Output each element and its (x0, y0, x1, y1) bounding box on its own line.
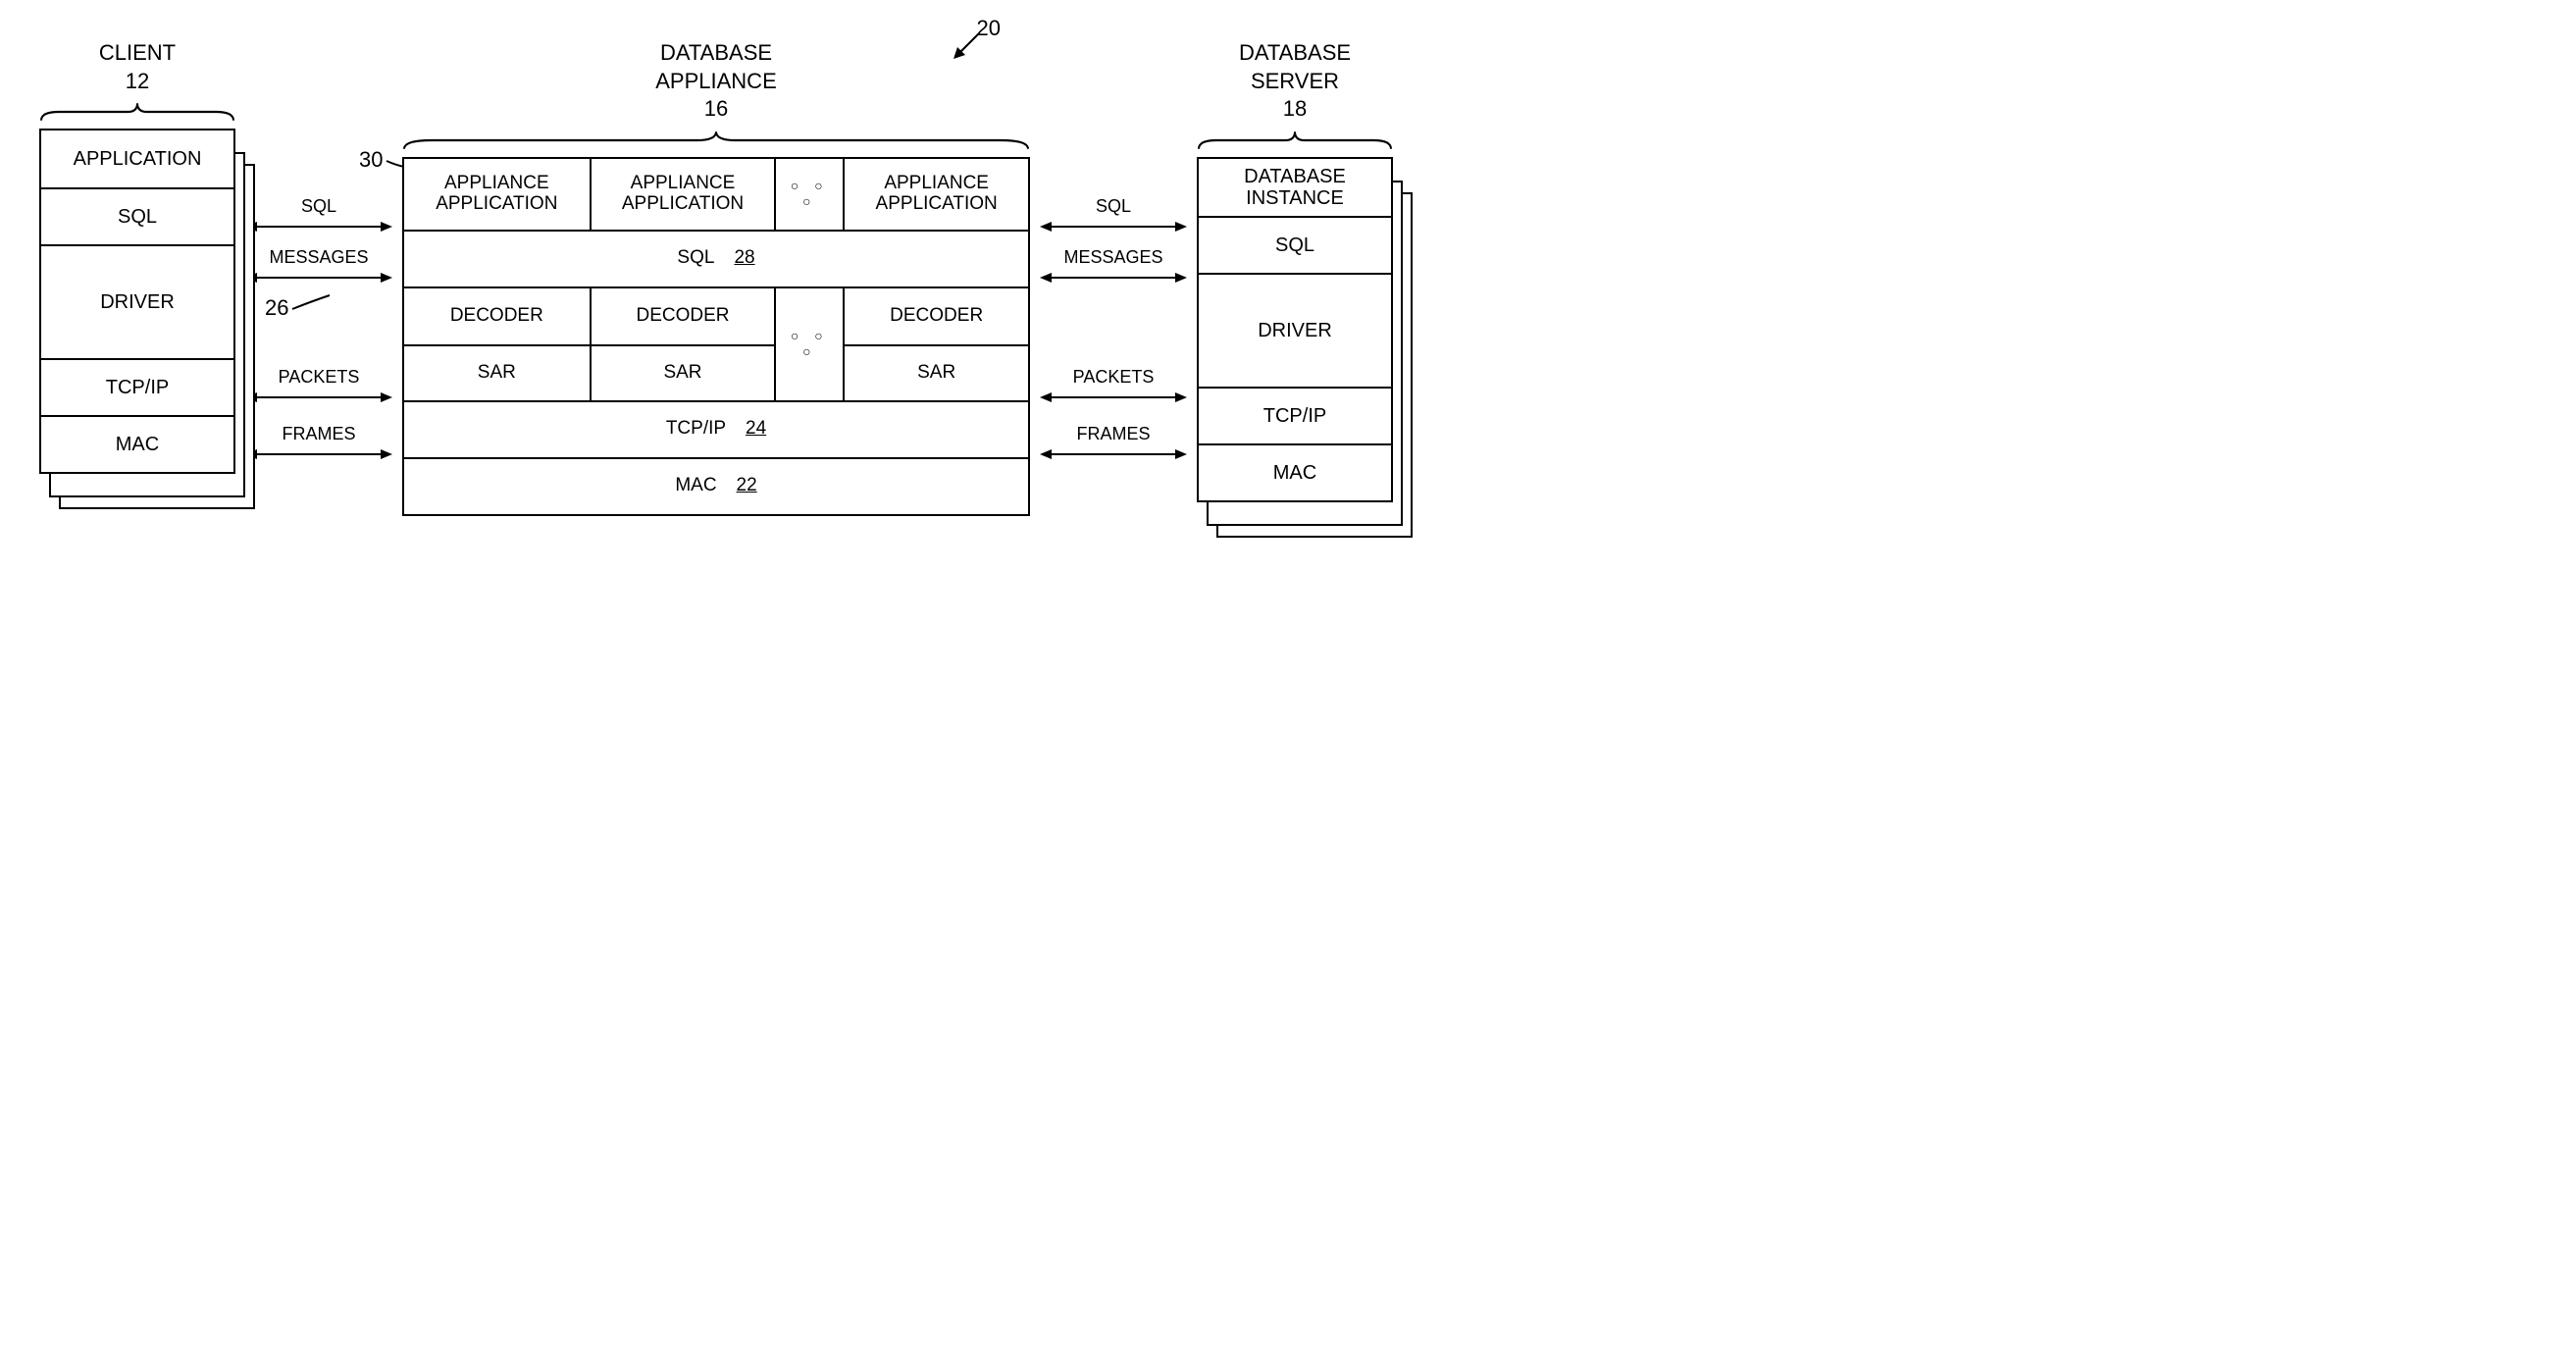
left-link-column: SQL MESSAGES 26 PACKETS (235, 39, 402, 471)
appliance-brace (402, 130, 1030, 151)
link-sql-left-label: SQL (301, 196, 336, 217)
server-layer-tcpip: TCP/IP (1199, 387, 1391, 443)
refnum-26: 26 (265, 295, 288, 321)
double-arrow-icon (245, 446, 392, 462)
appliance-apps-row: APPLIANCE APPLICATION APPLIANCE APPLICAT… (404, 159, 1028, 230)
client-num: 12 (126, 69, 149, 93)
link-frames-right: FRAMES (1030, 414, 1197, 471)
client-brace (39, 101, 235, 123)
server-layer-mac: MAC (1199, 443, 1391, 500)
refnum-28: 28 (734, 248, 754, 269)
double-arrow-icon (1040, 270, 1187, 286)
link-packets-left: PACKETS (235, 357, 402, 414)
double-arrow-icon (1040, 446, 1187, 462)
link-messages-left: MESSAGES 26 (235, 243, 402, 357)
sar-label: SAR (404, 344, 590, 400)
client-layer-tcpip: TCP/IP (41, 358, 233, 415)
appliance-box: APPLIANCE APPLICATION APPLIANCE APPLICAT… (402, 157, 1030, 516)
link-sql-right-label: SQL (1096, 196, 1131, 217)
appliance-driver-2: DECODER SAR (590, 288, 775, 400)
client-title-text: CLIENT (99, 40, 176, 65)
server-title: DATABASE SERVER 18 (1197, 39, 1393, 130)
appliance-title: DATABASE APPLIANCE 16 (402, 39, 1030, 130)
appliance-app-1: APPLIANCE APPLICATION (404, 159, 590, 230)
link-frames-right-label: FRAMES (1076, 424, 1150, 444)
link-packets-right-label: PACKETS (1073, 367, 1155, 388)
client-title: CLIENT 12 (39, 39, 235, 101)
refnum-22: 22 (737, 476, 757, 496)
client-layer-driver: DRIVER (41, 244, 233, 358)
link-frames-left-label: FRAMES (282, 424, 355, 444)
appliance-mac-row: MAC 22 (404, 457, 1028, 514)
appliance-column: 20 DATABASE APPLIANCE 16 30 APPLIAN (402, 39, 1030, 516)
appliance-driver-1: DECODER SAR (404, 288, 590, 400)
server-layer-sql: SQL (1199, 216, 1391, 273)
system-diagram: CLIENT 12 APPLICATION SQL DRIVER TCP/IP … (39, 39, 2537, 516)
appliance-driver-row: DECODER SAR DECODER SAR ○ ○ ○ DECODER SA… (404, 286, 1028, 400)
client-layer-mac: MAC (41, 415, 233, 472)
client-stack: APPLICATION SQL DRIVER TCP/IP MAC (39, 129, 235, 474)
appliance-tcpip-row: TCP/IP 24 (404, 400, 1028, 457)
link-messages-right-label: MESSAGES (1063, 247, 1162, 268)
link-sql-right: SQL (1030, 186, 1197, 243)
refnum-20: 20 (948, 16, 971, 41)
server-title-text: DATABASE SERVER (1239, 40, 1351, 93)
appliance-app-2: APPLIANCE APPLICATION (590, 159, 775, 230)
link-messages-right: MESSAGES (1030, 243, 1197, 357)
link-packets-right: PACKETS (1030, 357, 1197, 414)
double-arrow-icon (1040, 219, 1187, 234)
appliance-num: 16 (704, 96, 728, 121)
server-stack: DATABASE INSTANCE SQL DRIVER TCP/IP MAC (1197, 157, 1393, 502)
server-box: DATABASE INSTANCE SQL DRIVER TCP/IP MAC (1197, 157, 1393, 502)
double-arrow-icon (245, 219, 392, 234)
right-link-column: SQL MESSAGES PACKETS FRAMES (1030, 39, 1197, 471)
appliance-app-n: APPLIANCE APPLICATION (843, 159, 1028, 230)
link-sql-left: SQL (235, 186, 402, 243)
client-box: APPLICATION SQL DRIVER TCP/IP MAC (39, 129, 235, 474)
appliance-driver-n: DECODER SAR (843, 288, 1028, 400)
decoder-label: DECODER (404, 288, 590, 344)
ellipsis-icon: ○ ○ ○ (774, 159, 843, 230)
ellipsis-icon: ○ ○ ○ (774, 288, 843, 400)
client-column: CLIENT 12 APPLICATION SQL DRIVER TCP/IP … (39, 39, 235, 474)
decoder-label: DECODER (592, 288, 775, 344)
refnum-24: 24 (746, 419, 766, 440)
double-arrow-icon (245, 390, 392, 405)
link-frames-left: FRAMES (235, 414, 402, 471)
server-layer-driver: DRIVER (1199, 273, 1391, 387)
refnum-30: 30 (359, 147, 383, 173)
client-layer-sql: SQL (41, 187, 233, 244)
server-brace (1197, 130, 1393, 151)
double-arrow-icon (1040, 390, 1187, 405)
sar-label: SAR (592, 344, 775, 400)
appliance-title-text: DATABASE APPLIANCE (655, 40, 777, 93)
appliance-sql-row: SQL 28 (404, 230, 1028, 286)
sar-label: SAR (845, 344, 1028, 400)
double-arrow-icon (245, 270, 392, 286)
link-messages-left-label: MESSAGES (269, 247, 368, 268)
link-packets-left-label: PACKETS (279, 367, 360, 388)
client-layer-application: APPLICATION (41, 130, 233, 187)
server-column: DATABASE SERVER 18 DATABASE INSTANCE SQL… (1197, 39, 1393, 502)
appliance-sql: SQL 28 (404, 232, 1028, 286)
decoder-label: DECODER (845, 288, 1028, 344)
server-layer-instance: DATABASE INSTANCE (1199, 159, 1391, 216)
appliance-tcpip: TCP/IP 24 (404, 402, 1028, 457)
server-num: 18 (1283, 96, 1307, 121)
appliance-mac: MAC 22 (404, 459, 1028, 514)
